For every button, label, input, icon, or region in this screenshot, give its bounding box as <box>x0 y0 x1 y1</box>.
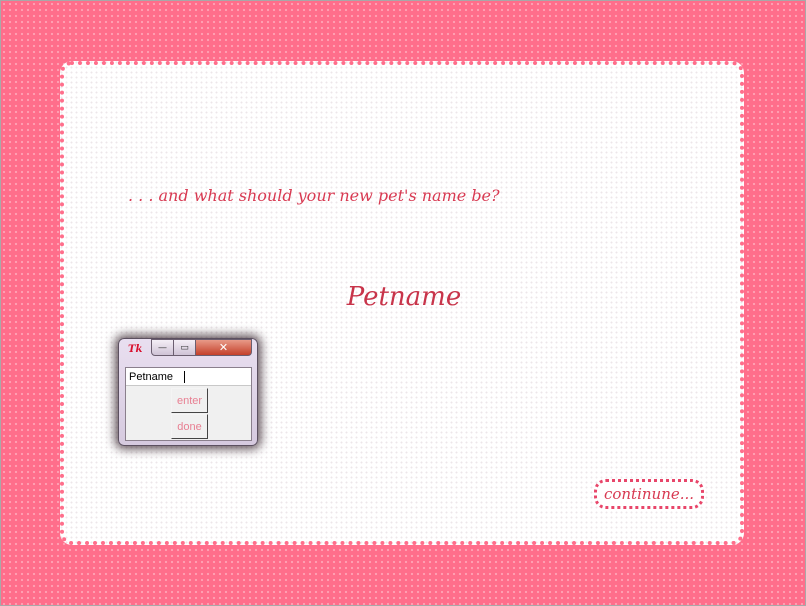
minimize-button[interactable]: — <box>151 339 174 356</box>
tk-logo-icon: Tk <box>128 344 143 355</box>
text-cursor <box>184 371 185 383</box>
maximize-icon: ▭ <box>180 342 189 353</box>
tk-client-area: enter done <box>125 367 252 441</box>
pet-name-input[interactable] <box>126 368 251 386</box>
tk-input-window: Tk — ▭ ✕ enter done <box>118 338 258 446</box>
name-prompt: . . . and what should your new pet's nam… <box>128 186 500 205</box>
continue-button[interactable]: continune... <box>594 479 704 509</box>
tk-titlebar[interactable]: Tk — ▭ ✕ <box>119 339 257 359</box>
minimize-icon: — <box>158 342 167 353</box>
enter-button[interactable]: enter <box>171 388 208 413</box>
pet-name-text: Petname <box>346 282 462 312</box>
close-button[interactable]: ✕ <box>196 339 252 356</box>
done-button[interactable]: done <box>171 414 208 439</box>
close-icon: ✕ <box>218 341 229 354</box>
pet-name-display: Petname <box>0 282 806 312</box>
maximize-button[interactable]: ▭ <box>174 339 196 356</box>
